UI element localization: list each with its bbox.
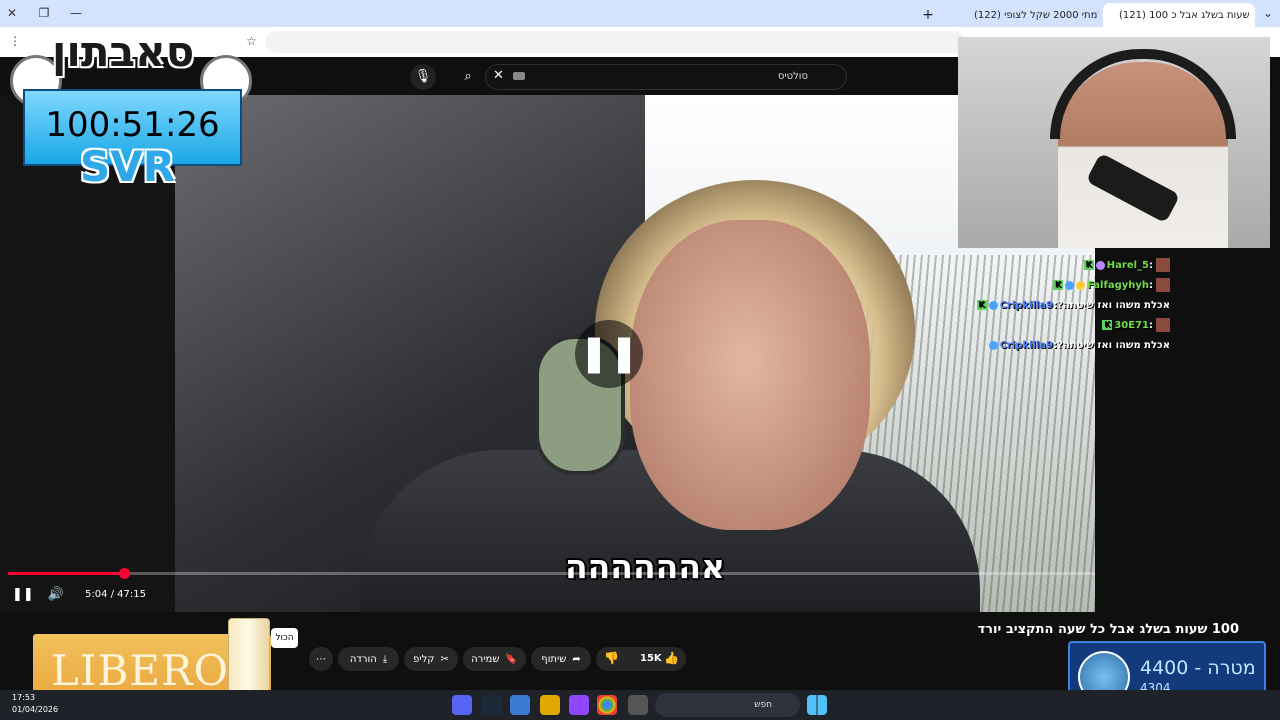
tab-title: (121) 100 שעות בשלג אבל כ xyxy=(1119,9,1250,21)
notes-icon[interactable] xyxy=(510,695,530,715)
system-clock: 17:53 01/04/2026 xyxy=(12,692,58,716)
like-count[interactable]: 15K xyxy=(640,653,662,664)
clock-date: 01/04/2026 xyxy=(12,705,59,714)
chat-text: אכלת משהו ואז שיטתה? xyxy=(1057,299,1170,311)
emote-icon xyxy=(1156,278,1170,292)
download-label: הורדה xyxy=(349,653,377,665)
url-field[interactable] xyxy=(265,31,965,53)
player-controls: ❚❚ 🔊 5:04 / 47:15 ⏺ ▭ ⚙ ⧉ ⤢ xyxy=(0,580,1095,610)
chip-all[interactable]: הכול xyxy=(271,628,298,648)
stream-screen: (121) 100 שעות בשלג אבל כ ✕ (122) שילמתי… xyxy=(0,0,1280,720)
badge-icon xyxy=(1065,280,1075,290)
keyboard-icon[interactable] xyxy=(513,72,525,80)
windows-start-icon[interactable] xyxy=(807,695,827,715)
scissors-icon: ✂ xyxy=(440,653,449,665)
chat-username: Falfagyhyh xyxy=(1087,279,1149,291)
streamer-webcam xyxy=(958,37,1270,248)
badge-icon xyxy=(988,300,998,310)
bookmark-icon: 🔖 xyxy=(505,653,518,665)
like-dislike-group: 👎 15K 👍 xyxy=(596,647,686,671)
twitch-icon[interactable] xyxy=(569,695,589,715)
badge-icon xyxy=(1076,280,1086,290)
svr-label: SVR xyxy=(80,142,176,191)
timer-value: 100:51:26 xyxy=(45,105,220,145)
tab-search-button[interactable]: ⌄ xyxy=(1256,3,1280,23)
tab-second-video[interactable]: (122) שילמתי 2000 שקל לצופי xyxy=(958,3,1098,27)
download-icon: ⤓ xyxy=(382,653,388,665)
headphones xyxy=(1050,49,1236,139)
chat-message: K Falfagyhyh : xyxy=(1053,276,1170,294)
search-icon[interactable]: ⌕ xyxy=(455,64,481,90)
channel-logo: סאבתון xyxy=(52,27,195,76)
search-input[interactable]: סולטיס xyxy=(485,64,847,90)
video-title: 100 שעות בשלג אבל כל שעה התקציב יורד xyxy=(977,622,1239,637)
steam-icon[interactable] xyxy=(482,695,502,715)
emote-icon xyxy=(1156,258,1170,272)
bookmark-star-icon[interactable]: ☆ xyxy=(246,34,257,48)
goal-title: מטרה - 4400 xyxy=(1140,657,1256,679)
progress-played xyxy=(8,572,125,575)
tab-close-icon[interactable]: ✕ xyxy=(1254,9,1255,22)
browser-tab-strip: (121) 100 שעות בשלג אבל כ ✕ (122) שילמתי… xyxy=(0,0,1280,27)
badge-icon xyxy=(988,340,998,350)
live-chat: K Harel_5 : K Falfagyhyh : K Cripkilla9 … xyxy=(970,254,1170,364)
tab-active-video[interactable]: (121) 100 שעות בשלג אבל כ ✕ xyxy=(1103,3,1255,27)
save-button[interactable]: שמירה 🔖 xyxy=(463,647,526,671)
badge-icon xyxy=(1095,260,1105,270)
chrome-icon[interactable] xyxy=(597,695,617,715)
share-label: שיתוף xyxy=(541,653,567,665)
chat-username: Cripkilla9 xyxy=(999,339,1054,351)
new-tab-button[interactable]: + xyxy=(918,3,938,27)
chat-username: Cripkilla9 xyxy=(999,299,1054,311)
more-actions-button[interactable]: ⋯ xyxy=(309,647,333,671)
badge-k-icon: K xyxy=(1053,280,1064,290)
badge-k-icon: K xyxy=(976,300,987,310)
dislike-icon[interactable]: 👎 xyxy=(604,651,619,665)
windows-taskbar: 17:53 01/04/2026 חפש xyxy=(0,690,1280,720)
tab-title: (122) שילמתי 2000 שקל לצופי xyxy=(974,9,1098,21)
clock-time: 17:53 xyxy=(12,693,36,702)
chat-username: 30E71 xyxy=(1114,319,1149,331)
chat-username: Harel_5 xyxy=(1106,259,1149,271)
chat-message: K 30E71 : xyxy=(1102,316,1170,334)
minimize-window-icon[interactable]: — xyxy=(64,3,88,23)
clip-button[interactable]: קליפ ✂ xyxy=(404,647,458,671)
taskbar-search[interactable]: חפש xyxy=(655,693,800,717)
badge-k-icon: K xyxy=(1083,260,1094,270)
pause-icon[interactable]: ❚❚ xyxy=(12,584,34,606)
emote-icon xyxy=(1156,318,1170,332)
clip-label: קליפ xyxy=(413,653,435,665)
menu-kebab-icon[interactable]: ⋮ xyxy=(9,34,21,48)
chat-text: אכלת משהו ואז שיטתה? xyxy=(1057,339,1170,351)
download-button[interactable]: הורדה ⤓ xyxy=(338,647,399,671)
share-button[interactable]: שיתוף ➦ xyxy=(531,647,591,671)
save-label: שמירה xyxy=(471,653,500,665)
time-display: 5:04 / 47:15 xyxy=(85,589,147,600)
pen-app-icon[interactable] xyxy=(540,695,560,715)
voice-search-icon[interactable]: 🎙 xyxy=(410,64,436,90)
badge-k-icon: K xyxy=(1102,320,1113,330)
chat-message: K Harel_5 : xyxy=(1083,256,1170,274)
pause-overlay-icon[interactable]: ❚❚ xyxy=(575,320,643,388)
chat-message: Cripkilla9 : אכלת משהו ואז שיטתה? xyxy=(988,336,1170,354)
face xyxy=(630,220,870,530)
chat-message: K Cripkilla9 : אכלת משהו ואז שיטתה? xyxy=(976,299,1170,311)
discord-icon[interactable] xyxy=(452,695,472,715)
restore-window-icon[interactable]: ❐ xyxy=(32,3,56,23)
share-icon: ➦ xyxy=(572,653,581,665)
close-window-icon[interactable]: ✕ xyxy=(0,3,24,23)
progress-bar[interactable] xyxy=(8,568,1095,579)
volume-icon[interactable]: 🔊 xyxy=(47,584,65,606)
task-view-icon[interactable] xyxy=(628,695,648,715)
like-icon[interactable]: 👍 xyxy=(664,651,679,665)
ad-brand: LIBERO xyxy=(51,646,230,695)
progress-scrubber[interactable] xyxy=(119,568,131,579)
clear-search-icon[interactable]: ✕ xyxy=(493,68,504,83)
